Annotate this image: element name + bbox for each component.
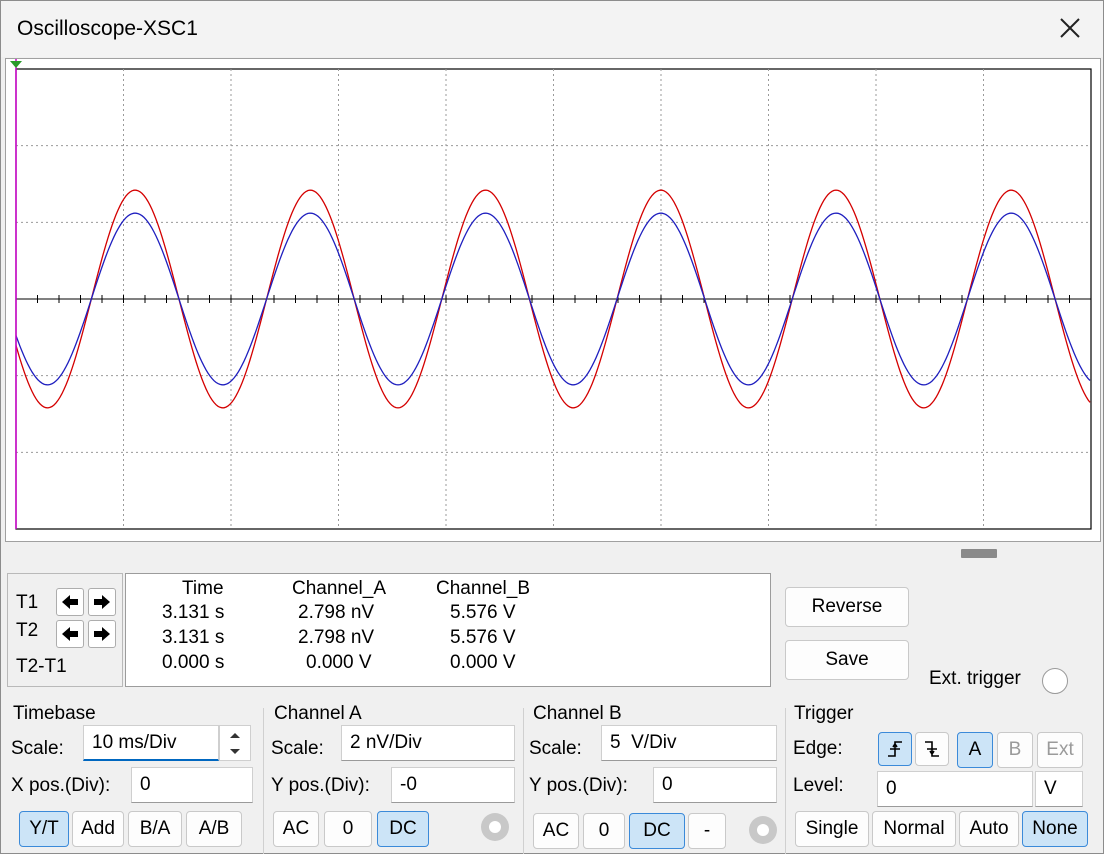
channel-a-scale-label: Scale: (271, 738, 324, 759)
trigger-divider (785, 708, 786, 854)
t1-left-button[interactable] (56, 588, 84, 616)
trigger-source-a-button[interactable]: A (957, 732, 993, 768)
header-channel-b: Channel_B (436, 578, 531, 599)
t1-label: T1 (16, 592, 39, 613)
t2-time: 3.131 s (162, 627, 225, 648)
scope-display[interactable] (5, 58, 1101, 542)
channel-b-dc-button[interactable]: DC (629, 813, 685, 849)
trigger-single-button[interactable]: Single (795, 811, 869, 847)
channel-b-scale-label: Scale: (529, 738, 582, 759)
trigger-level-label: Level: (793, 775, 844, 796)
channel-a-terminal[interactable] (481, 813, 509, 841)
trigger-none-button[interactable]: None (1022, 811, 1088, 847)
channel-a-ypos-input[interactable]: -0 (391, 767, 515, 803)
channel-a-scale-input[interactable]: 2 nV/Div (341, 725, 515, 761)
channel-b-ac-button[interactable]: AC (533, 813, 579, 849)
channel-b-zero-button[interactable]: 0 (583, 813, 625, 849)
channel-a-ypos-label: Y pos.(Div): (271, 775, 370, 796)
title-bar: Oscilloscope-XSC1 (1, 1, 1103, 57)
cursor-t1-marker (10, 61, 22, 68)
ext-trigger-label: Ext. trigger (929, 668, 1021, 689)
trigger-level-input[interactable]: 0 (877, 771, 1033, 807)
mode-add-button[interactable]: Add (72, 811, 124, 847)
trigger-source-ext-button[interactable]: Ext (1037, 732, 1083, 768)
scope-screen (10, 59, 1092, 530)
save-button[interactable]: Save (785, 640, 909, 680)
channel-a-title: Channel A (272, 703, 364, 725)
channel-a-divider (263, 708, 264, 854)
header-channel-a: Channel_A (292, 578, 387, 599)
spin-down-button[interactable] (220, 743, 250, 760)
reverse-button[interactable]: Reverse (785, 587, 909, 627)
ext-trigger-terminal[interactable] (1042, 668, 1068, 694)
channel-b-invert-button[interactable]: - (688, 813, 726, 849)
arrow-left-icon (62, 627, 78, 641)
chevron-up-icon (230, 732, 240, 738)
t1-channel-b: 5.576 V (450, 602, 516, 623)
timebase-scale-spinner[interactable] (219, 725, 251, 761)
t2-t1-label: T2-T1 (16, 656, 67, 677)
mode-ab-button[interactable]: A/B (186, 811, 242, 847)
t2-right-button[interactable] (88, 620, 116, 648)
channel-a-dc-button[interactable]: DC (377, 811, 429, 847)
t1-channel-a: 2.798 nV (298, 602, 375, 623)
timebase-scale-input[interactable]: 10 ms/Div (83, 725, 219, 761)
channel-b-ypos-input[interactable]: 0 (653, 767, 777, 803)
measurement-readout: Time Channel_A Channel_B 3.131 s 2.798 n… (125, 573, 771, 687)
chevron-down-icon (230, 748, 240, 754)
trigger-normal-button[interactable]: Normal (872, 811, 956, 847)
arrow-left-icon (62, 595, 78, 609)
rising-edge-icon (888, 741, 902, 757)
rising-edge-button[interactable] (878, 732, 912, 766)
t1-time: 3.131 s (162, 602, 225, 623)
mode-yt-button[interactable]: Y/T (19, 811, 69, 847)
trigger-auto-button[interactable]: Auto (959, 811, 1019, 847)
channel-b-terminal[interactable] (749, 816, 777, 844)
t2-channel-b: 5.576 V (450, 627, 516, 648)
trigger-level-unit[interactable]: V (1035, 771, 1083, 807)
oscilloscope-window: Oscilloscope-XSC1 T1 T2 T2-T1 Time Chann… (0, 0, 1104, 854)
timebase-xpos-label: X pos.(Div): (11, 775, 111, 796)
trigger-source-b-button[interactable]: B (997, 732, 1033, 768)
close-button[interactable] (1055, 13, 1085, 43)
timebase-scale-label: Scale: (11, 738, 64, 759)
trigger-edge-label: Edge: (793, 738, 843, 759)
channel-a-ac-button[interactable]: AC (273, 811, 319, 847)
channel-a-zero-button[interactable]: 0 (324, 811, 372, 847)
arrow-right-icon (94, 595, 110, 609)
t1-right-button[interactable] (88, 588, 116, 616)
spin-up-button[interactable] (220, 726, 250, 743)
t2-label: T2 (16, 620, 39, 641)
trigger-title: Trigger (792, 703, 856, 725)
timebase-xpos-input[interactable]: 0 (131, 767, 253, 803)
header-time: Time (182, 578, 224, 599)
falling-edge-button[interactable] (915, 732, 949, 766)
channel-b-scale-input[interactable]: 5 V/Div (601, 725, 777, 761)
horizontal-scrollbar-thumb[interactable] (961, 549, 997, 558)
t2-left-button[interactable] (56, 620, 84, 648)
t2-channel-a: 2.798 nV (298, 627, 375, 648)
close-icon (1060, 18, 1080, 38)
diff-channel-b: 0.000 V (450, 652, 516, 673)
timebase-title: Timebase (11, 703, 98, 725)
channel-b-ypos-label: Y pos.(Div): (529, 775, 628, 796)
window-title: Oscilloscope-XSC1 (17, 17, 198, 40)
arrow-right-icon (94, 627, 110, 641)
channel-b-title: Channel B (531, 703, 624, 725)
mode-ba-button[interactable]: B/A (128, 811, 182, 847)
cursor-controls: T1 T2 T2-T1 (7, 573, 123, 687)
diff-channel-a: 0.000 V (306, 652, 372, 673)
falling-edge-icon (925, 741, 939, 757)
diff-time: 0.000 s (162, 652, 225, 673)
channel-b-divider (523, 708, 524, 854)
